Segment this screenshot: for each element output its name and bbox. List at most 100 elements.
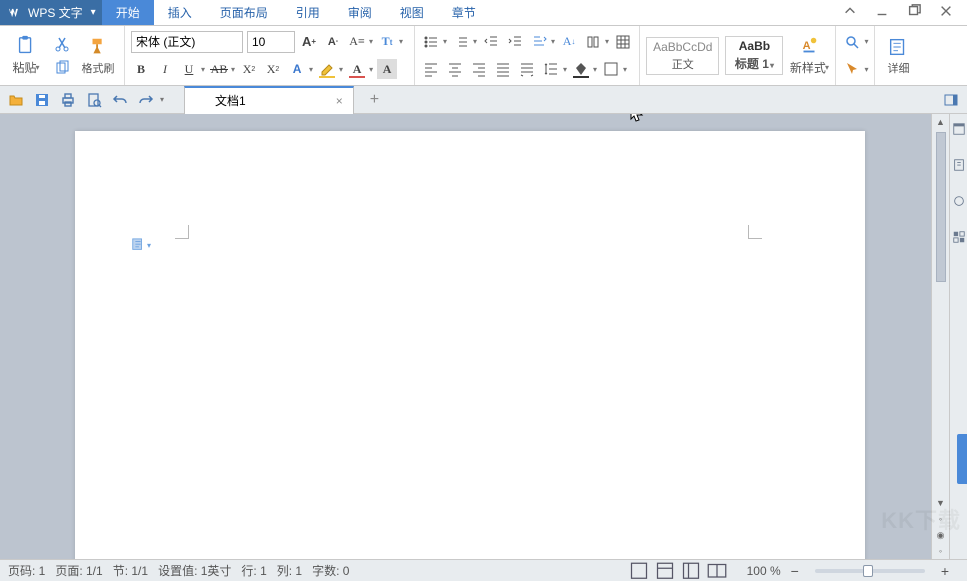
redo-button[interactable] bbox=[136, 90, 156, 110]
copy-button[interactable] bbox=[52, 58, 72, 78]
minimize-icon[interactable] bbox=[875, 4, 889, 21]
app-title[interactable]: WPS 文字 ▾ bbox=[0, 0, 102, 25]
add-tab-button[interactable]: + bbox=[370, 91, 379, 109]
tab-reference[interactable]: 引用 bbox=[282, 0, 334, 25]
side-style-icon[interactable] bbox=[952, 194, 966, 208]
document-viewport[interactable]: ▾ bbox=[0, 114, 931, 559]
text-direction-button[interactable]: A↓ bbox=[559, 32, 579, 52]
tab-view[interactable]: 视图 bbox=[386, 0, 438, 25]
decrease-indent-button[interactable] bbox=[481, 32, 501, 52]
scroll-thumb[interactable] bbox=[936, 132, 946, 282]
window-controls bbox=[829, 0, 967, 25]
undo-button[interactable] bbox=[110, 90, 130, 110]
status-setting[interactable]: 设置值: 1英寸 bbox=[158, 562, 231, 579]
new-style-button[interactable]: A 新样式▾ bbox=[789, 28, 829, 84]
subscript-button[interactable]: X2 bbox=[263, 59, 283, 79]
save-button[interactable] bbox=[32, 90, 52, 110]
cut-button[interactable] bbox=[52, 34, 72, 54]
format-painter-icon bbox=[87, 36, 109, 58]
align-left-button[interactable] bbox=[421, 59, 441, 79]
select-button[interactable] bbox=[842, 59, 862, 79]
superscript-button[interactable]: X2 bbox=[239, 59, 259, 79]
find-button[interactable] bbox=[842, 32, 862, 52]
align-justify-button[interactable] bbox=[493, 59, 513, 79]
status-chars[interactable]: 字数: 0 bbox=[312, 562, 349, 579]
paste-button[interactable]: 粘贴▾ bbox=[6, 28, 46, 84]
open-button[interactable] bbox=[6, 90, 26, 110]
style-normal[interactable]: AaBbCcDd 正文 bbox=[646, 37, 719, 75]
status-page[interactable]: 页面: 1/1 bbox=[55, 562, 102, 579]
group-font: A+ A- A≡▾ Tt▾ B I U▾ AB▾ X2 X2 A▾ ▾ A▾ A bbox=[125, 26, 415, 85]
align-center-button[interactable] bbox=[445, 59, 465, 79]
font-size-input[interactable] bbox=[247, 31, 295, 53]
status-section[interactable]: 节: 1/1 bbox=[113, 562, 148, 579]
side-select-icon[interactable] bbox=[952, 230, 966, 244]
qa-more-icon[interactable]: ▾ bbox=[160, 95, 164, 104]
zoom-value[interactable]: 100 % bbox=[747, 564, 781, 578]
view-print-icon[interactable] bbox=[629, 563, 649, 579]
side-nav-icon[interactable] bbox=[952, 122, 966, 136]
bold-button[interactable]: B bbox=[131, 59, 151, 79]
page-1[interactable]: ▾ bbox=[75, 131, 865, 559]
scroll-up-icon[interactable]: ▲ bbox=[932, 114, 949, 130]
tab-review[interactable]: 审阅 bbox=[334, 0, 386, 25]
tab-insert[interactable]: 插入 bbox=[154, 0, 206, 25]
font-name-input[interactable] bbox=[131, 31, 243, 53]
zoom-in-button[interactable]: + bbox=[941, 563, 949, 579]
tab-home[interactable]: 开始 bbox=[102, 0, 154, 25]
view-mode-buttons bbox=[629, 563, 727, 579]
task-pane-toggle-icon[interactable] bbox=[941, 90, 961, 110]
tab-page-layout[interactable]: 页面布局 bbox=[206, 0, 282, 25]
table-button[interactable] bbox=[613, 32, 633, 52]
phonetic-guide-button[interactable] bbox=[583, 32, 603, 52]
ribbon-tabs: 开始 插入 页面布局 引用 审阅 视图 章节 bbox=[102, 0, 490, 25]
side-panel-handle[interactable] bbox=[957, 434, 967, 484]
font-color-button[interactable]: A bbox=[347, 59, 367, 79]
underline-button[interactable]: U bbox=[179, 59, 199, 79]
number-list-button[interactable] bbox=[451, 32, 471, 52]
character-shading-button[interactable]: A bbox=[377, 59, 397, 79]
style-heading1[interactable]: AaBb 标题 1 ▾ bbox=[725, 36, 783, 75]
sort-button[interactable] bbox=[529, 32, 549, 52]
shrink-font-button[interactable]: A- bbox=[323, 32, 343, 52]
next-page-icon[interactable]: ◦ bbox=[932, 543, 949, 559]
highlight-button[interactable] bbox=[317, 59, 337, 79]
zoom-slider[interactable] bbox=[815, 569, 925, 573]
app-menu-caret-icon[interactable]: ▾ bbox=[91, 7, 96, 18]
zoom-out-button[interactable]: − bbox=[791, 563, 799, 579]
format-painter-button[interactable]: 格式刷 bbox=[78, 28, 118, 84]
side-clip-icon[interactable] bbox=[952, 158, 966, 172]
align-right-button[interactable] bbox=[469, 59, 489, 79]
view-outline-icon[interactable] bbox=[655, 563, 675, 579]
increase-indent-button[interactable] bbox=[505, 32, 525, 52]
doc-tab-close-icon[interactable]: × bbox=[336, 94, 343, 108]
detail-button[interactable]: 详细 bbox=[881, 28, 915, 83]
text-effect-button[interactable]: A bbox=[287, 59, 307, 79]
svg-text:A: A bbox=[803, 40, 811, 52]
strikethrough-button[interactable]: AB bbox=[209, 59, 229, 79]
change-case-button[interactable]: A≡ bbox=[347, 32, 367, 52]
status-line[interactable]: 行: 1 bbox=[241, 562, 266, 579]
bullet-list-button[interactable] bbox=[421, 32, 441, 52]
shading-button[interactable] bbox=[571, 59, 591, 79]
clear-format-button[interactable]: Tt bbox=[377, 32, 397, 52]
maximize-icon[interactable] bbox=[907, 4, 921, 21]
borders-button[interactable] bbox=[601, 59, 621, 79]
tab-section[interactable]: 章节 bbox=[438, 0, 490, 25]
print-preview-button[interactable] bbox=[84, 90, 104, 110]
view-read-icon[interactable] bbox=[707, 563, 727, 579]
distribute-button[interactable] bbox=[517, 59, 537, 79]
vertical-scrollbar[interactable]: ▲ ▼ ◦ ◉ ◦ bbox=[931, 114, 949, 559]
doc-tab-1[interactable]: 文档1 × bbox=[184, 86, 354, 114]
ribbon-collapse-icon[interactable] bbox=[843, 4, 857, 21]
print-button[interactable] bbox=[58, 90, 78, 110]
zoom-slider-thumb[interactable] bbox=[863, 565, 873, 577]
close-icon[interactable] bbox=[939, 4, 953, 21]
line-spacing-button[interactable] bbox=[541, 59, 561, 79]
status-page-no[interactable]: 页码: 1 bbox=[8, 562, 45, 579]
grow-font-button[interactable]: A+ bbox=[299, 32, 319, 52]
view-web-icon[interactable] bbox=[681, 563, 701, 579]
app-title-text: WPS 文字 bbox=[28, 4, 83, 21]
italic-button[interactable]: I bbox=[155, 59, 175, 79]
status-col[interactable]: 列: 1 bbox=[277, 562, 302, 579]
